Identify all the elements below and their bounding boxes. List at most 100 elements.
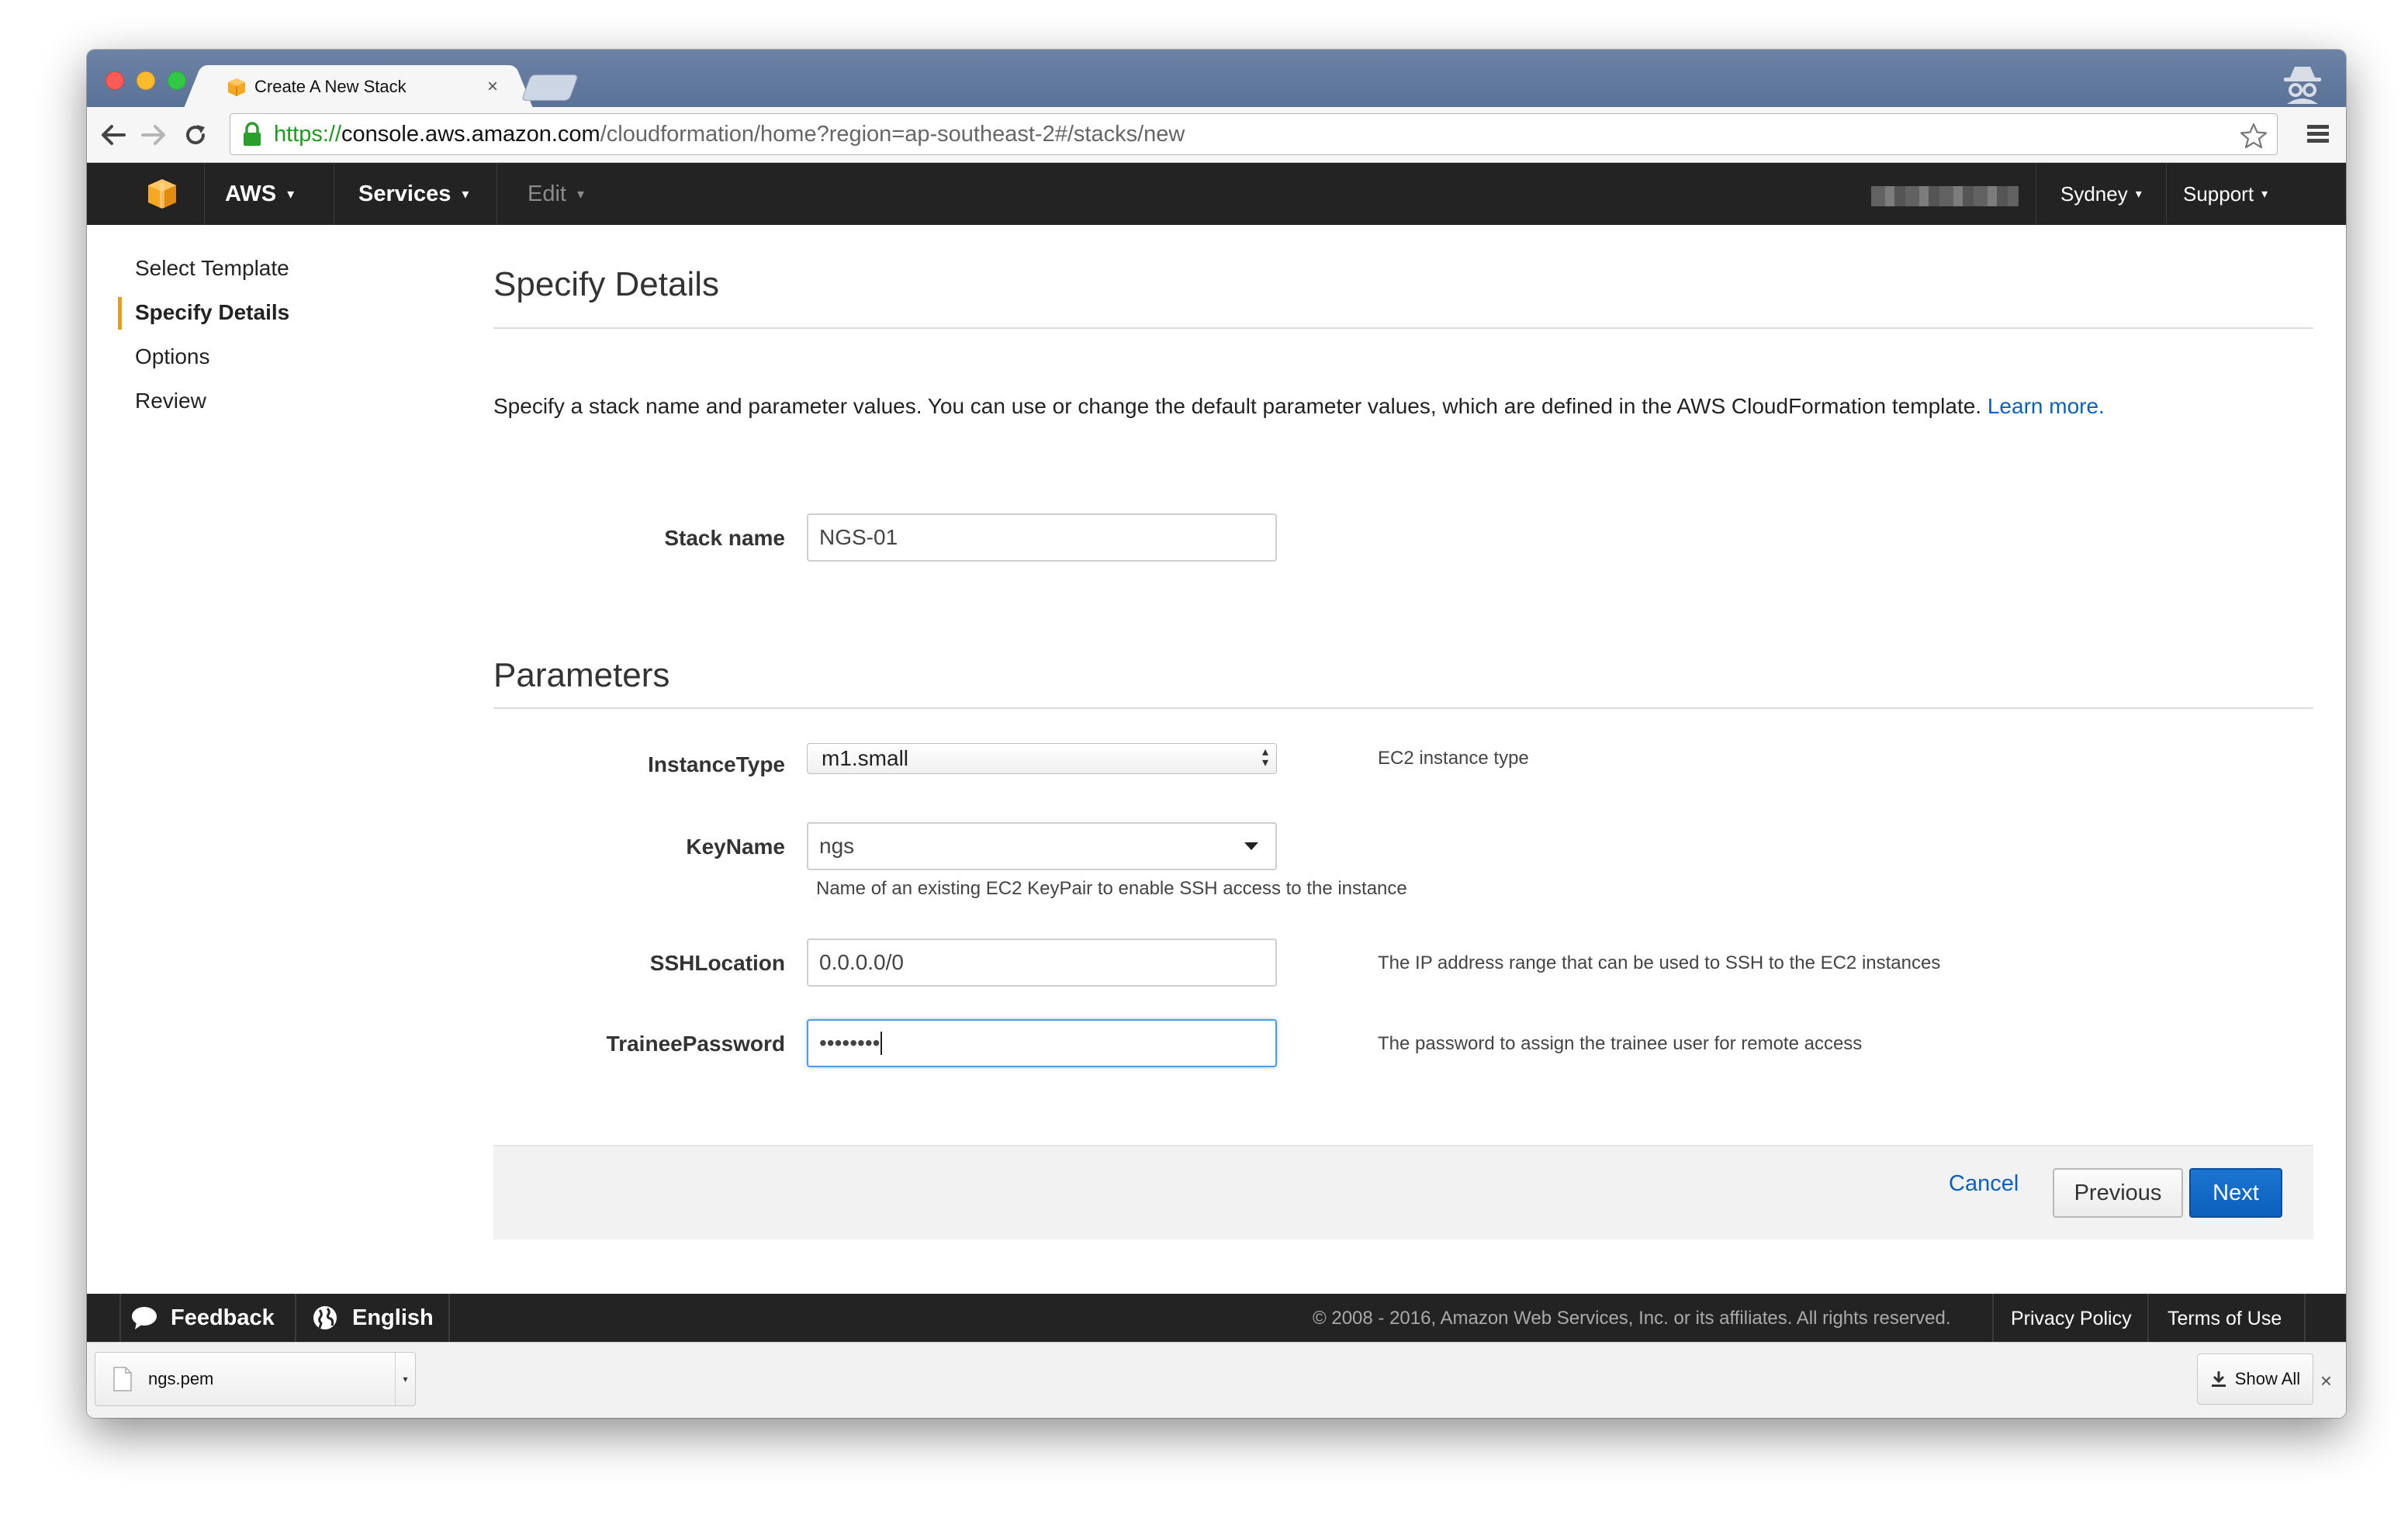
footer-divider (448, 1294, 450, 1342)
close-window-button[interactable] (106, 71, 124, 90)
aws-footer: Feedback English © 2008 - 2016, Amazon W… (87, 1294, 2346, 1342)
next-button[interactable]: Next (2189, 1168, 2282, 1218)
trainee-password-label: TraineePassword (606, 1032, 785, 1056)
aws-favicon-icon (228, 78, 245, 96)
services-menu[interactable]: Services ▾ (358, 163, 469, 225)
keyname-value: ngs (819, 834, 855, 858)
globe-icon (313, 1306, 337, 1329)
maximize-window-button[interactable] (168, 71, 186, 90)
page-description: Specify a stack name and parameter value… (493, 394, 2105, 419)
previous-button[interactable]: Previous (2053, 1168, 2183, 1218)
language-selector[interactable]: English (312, 1294, 434, 1342)
url-path: /cloudformation/home?region=ap-southeast… (600, 121, 1185, 147)
lock-icon (244, 122, 261, 146)
nav-divider (2166, 163, 2167, 225)
parameters-title: Parameters (493, 656, 670, 694)
trainee-password-hint: The password to assign the trainee user … (1378, 1033, 1863, 1054)
step-review[interactable]: Review (118, 381, 289, 425)
dropdown-caret-icon (1244, 842, 1258, 850)
language-label: English (352, 1305, 434, 1330)
incognito-icon (2284, 67, 2321, 104)
url-host: console.aws.amazon.com (341, 121, 600, 147)
privacy-policy-link[interactable]: Privacy Policy (2011, 1308, 2132, 1330)
footer-divider (119, 1294, 121, 1342)
text-cursor (881, 1032, 883, 1055)
copyright-text: © 2008 - 2016, Amazon Web Services, Inc.… (1313, 1308, 1951, 1329)
url-text: https://console.aws.amazon.com/cloudform… (274, 122, 1185, 147)
tab-title: Create A New Stack (254, 77, 407, 96)
instance-type-hint: EC2 instance type (1378, 748, 1529, 769)
terms-of-use-link[interactable]: Terms of Use (2168, 1308, 2282, 1330)
keyname-dropdown[interactable]: ngs (807, 822, 1277, 870)
stack-name-input[interactable]: NGS-01 (807, 513, 1277, 562)
select-updown-arrows-icon: ▴ ▾ (1261, 745, 1268, 769)
sshlocation-label: SSHLocation (649, 951, 785, 975)
download-item[interactable]: ngs.pem ▾ (95, 1352, 416, 1406)
reload-icon (186, 125, 205, 144)
cancel-button[interactable]: Cancel (1949, 1171, 2019, 1197)
chevron-down-icon: ▾ (2261, 188, 2268, 201)
aws-home-link[interactable] (119, 163, 205, 225)
region-selector[interactable]: Sydney ▾ (2060, 163, 2142, 225)
browser-window: Create A New Stack × https://console.aws… (87, 50, 2346, 1418)
forward-button[interactable] (140, 121, 168, 149)
hamburger-menu-icon[interactable] (2306, 123, 2330, 146)
trainee-password-input[interactable]: •••••••• (807, 1019, 1277, 1067)
parameters-divider (493, 707, 2313, 709)
download-options-arrow-icon[interactable]: ▾ (395, 1353, 415, 1405)
back-arrow-icon (102, 125, 126, 145)
bookmark-star-icon[interactable] (2240, 122, 2268, 150)
download-file-name: ngs.pem (148, 1369, 214, 1388)
keyname-label: KeyName (686, 835, 785, 859)
close-shelf-icon[interactable]: × (2320, 1369, 2332, 1393)
aws-menu-label: AWS (225, 181, 277, 206)
nav-divider (496, 163, 497, 225)
region-label: Sydney (2060, 181, 2128, 206)
browser-tab[interactable]: Create A New Stack × (203, 65, 514, 109)
learn-more-link[interactable]: Learn more. (1988, 394, 2105, 418)
password-mask: •••••••• (819, 1031, 881, 1055)
chevron-down-icon: ▾ (287, 185, 295, 202)
footer-divider (2304, 1294, 2306, 1342)
instance-type-select[interactable]: m1.small ▴ ▾ (807, 743, 1277, 774)
edit-menu-label: Edit (528, 181, 566, 206)
download-icon (2211, 1371, 2226, 1387)
edit-menu[interactable]: Edit ▾ (528, 163, 584, 225)
show-all-downloads-button[interactable]: Show All (2197, 1353, 2313, 1405)
aws-navbar: AWS ▾ Services ▾ Edit ▾ Sydney ▾ Support… (87, 163, 2346, 225)
feedback-button[interactable]: Feedback (130, 1294, 275, 1342)
download-shelf: ngs.pem ▾ Show All × (87, 1342, 2346, 1418)
keyname-hint: Name of an existing EC2 KeyPair to enabl… (816, 878, 1407, 899)
support-label: Support (2183, 181, 2254, 206)
aws-menu[interactable]: AWS ▾ (225, 163, 294, 225)
reload-button[interactable] (182, 121, 209, 149)
minimize-window-button[interactable] (137, 71, 155, 90)
tab-close-icon[interactable]: × (487, 76, 498, 98)
step-specify-details[interactable]: Specify Details (118, 292, 289, 337)
file-icon (113, 1367, 132, 1391)
back-button[interactable] (99, 121, 127, 149)
wizard-actions-bar: Cancel Previous Next (493, 1145, 2313, 1239)
account-name-redacted[interactable] (1871, 186, 2019, 206)
address-bar[interactable]: https://console.aws.amazon.com/cloudform… (230, 113, 2278, 155)
services-menu-label: Services (358, 181, 452, 206)
footer-divider (295, 1294, 296, 1342)
step-select-template[interactable]: Select Template (118, 248, 289, 292)
page-content: Select Template Specify Details Options … (87, 225, 2346, 1350)
chevron-down-icon: ▾ (576, 185, 585, 202)
instance-type-value: m1.small (822, 746, 909, 770)
sshlocation-hint: The IP address range that can be used to… (1378, 952, 1941, 973)
aws-cube-logo-icon (147, 179, 176, 209)
chevron-down-icon: ▾ (462, 185, 469, 202)
step-options[interactable]: Options (118, 337, 289, 381)
support-menu[interactable]: Support ▾ (2183, 163, 2268, 225)
new-tab-button[interactable] (521, 74, 580, 101)
stack-name-label: Stack name (664, 526, 785, 550)
tab-strip: Create A New Stack × (87, 50, 2346, 109)
speech-bubble-icon (132, 1307, 157, 1329)
show-all-label: Show All (2234, 1369, 2301, 1388)
footer-divider (1992, 1294, 1994, 1342)
sshlocation-input[interactable]: 0.0.0.0/0 (807, 939, 1277, 987)
feedback-label: Feedback (171, 1305, 275, 1330)
footer-divider (2147, 1294, 2149, 1342)
